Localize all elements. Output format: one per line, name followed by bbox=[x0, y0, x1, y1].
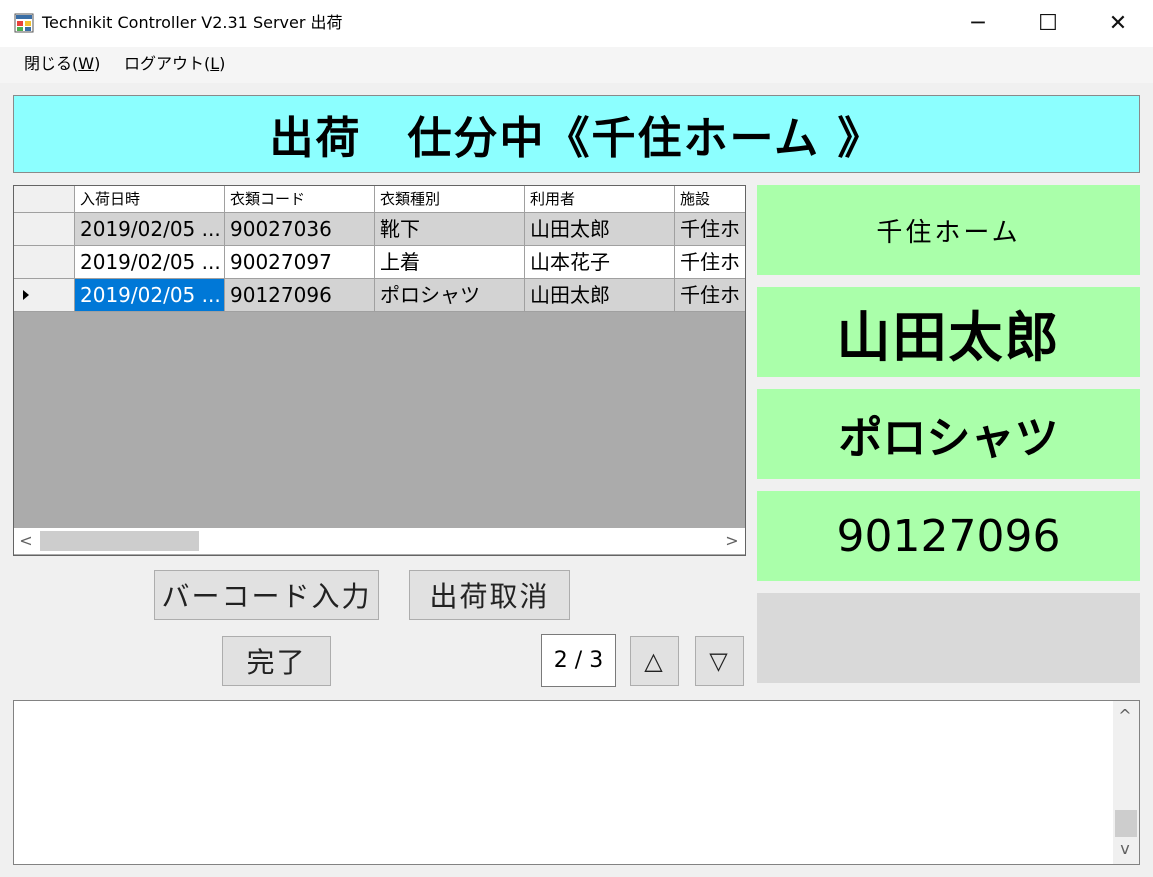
facility-panel: 千住ホーム bbox=[757, 185, 1140, 275]
complete-button[interactable]: 完了 bbox=[222, 636, 331, 686]
table-cell[interactable]: 千住ホ bbox=[675, 246, 745, 279]
menu-close[interactable]: 閉じる(W) bbox=[24, 53, 100, 75]
row-header[interactable] bbox=[14, 213, 75, 246]
current-row-arrow-icon bbox=[23, 290, 29, 300]
shipment-grid[interactable]: 入荷日時 衣類コード 衣類種別 利用者 施設 2019/02/05 ... 90… bbox=[13, 185, 746, 556]
table-cell[interactable]: 2019/02/05 ... bbox=[75, 246, 225, 279]
column-header-type[interactable]: 衣類種別 bbox=[375, 186, 525, 213]
vertical-scroll-thumb[interactable] bbox=[1115, 810, 1137, 837]
minimize-button[interactable]: ─ bbox=[943, 0, 1013, 47]
page-indicator: 2 / 3 bbox=[541, 634, 616, 687]
menu-logout-label: ログアウト( bbox=[124, 54, 211, 73]
close-window-button[interactable]: ✕ bbox=[1083, 0, 1153, 47]
grid-corner bbox=[14, 186, 75, 213]
triangle-up-icon: △ bbox=[644, 647, 665, 675]
table-cell[interactable]: 90127096 bbox=[225, 279, 375, 312]
table-cell[interactable]: 千住ホ bbox=[675, 213, 745, 246]
user-panel: 山田太郎 bbox=[757, 287, 1140, 377]
menu-close-accesskey: W bbox=[78, 54, 95, 73]
maximize-button[interactable]: ☐ bbox=[1013, 0, 1083, 47]
table-cell[interactable]: 山田太郎 bbox=[525, 279, 675, 312]
table-cell[interactable]: 千住ホ bbox=[675, 279, 745, 312]
close-icon: ✕ bbox=[1108, 11, 1128, 36]
barcode-input-button[interactable]: バーコード入力 bbox=[154, 570, 379, 620]
column-header-received[interactable]: 入荷日時 bbox=[75, 186, 225, 213]
table-cell[interactable]: 山本花子 bbox=[525, 246, 675, 279]
scroll-right-icon[interactable]: > bbox=[720, 528, 744, 554]
row-header-current[interactable] bbox=[14, 279, 75, 312]
table-cell-selected[interactable]: 2019/02/05 ... bbox=[75, 279, 225, 312]
garment-code-panel: 90127096 bbox=[757, 491, 1140, 581]
table-cell[interactable]: 2019/02/05 ... bbox=[75, 213, 225, 246]
menu-logout-accesskey: L bbox=[210, 54, 220, 73]
triangle-down-icon: ▽ bbox=[709, 647, 730, 675]
table-cell[interactable]: 90027036 bbox=[225, 213, 375, 246]
column-header-facility[interactable]: 施設 bbox=[675, 186, 745, 213]
maximize-icon: ☐ bbox=[1038, 11, 1058, 36]
scroll-down-icon[interactable]: v bbox=[1113, 836, 1137, 862]
column-header-code[interactable]: 衣類コード bbox=[225, 186, 375, 213]
menu-close-label: 閉じる( bbox=[24, 54, 79, 73]
horizontal-scroll-thumb[interactable] bbox=[40, 531, 199, 551]
table-cell[interactable]: 90027097 bbox=[225, 246, 375, 279]
previous-item-button[interactable]: △ bbox=[630, 636, 679, 686]
row-header[interactable] bbox=[14, 246, 75, 279]
table-cell[interactable]: 山田太郎 bbox=[525, 213, 675, 246]
scroll-up-icon[interactable]: ^ bbox=[1113, 703, 1137, 729]
app-icon bbox=[14, 13, 34, 33]
status-banner: 出荷 仕分中《千住ホーム 》 bbox=[13, 95, 1140, 173]
log-textarea[interactable] bbox=[13, 700, 1140, 865]
table-cell[interactable]: 上着 bbox=[375, 246, 525, 279]
table-cell[interactable]: 靴下 bbox=[375, 213, 525, 246]
menu-logout-suffix: ) bbox=[219, 54, 226, 73]
window-title: Technikit Controller V2.31 Server 出荷 bbox=[42, 13, 343, 32]
menu-logout[interactable]: ログアウト(L) bbox=[124, 53, 225, 75]
garment-type-panel: ポロシャツ bbox=[757, 389, 1140, 479]
table-cell[interactable]: ポロシャツ bbox=[375, 279, 525, 312]
minimize-icon: ─ bbox=[971, 11, 985, 36]
scroll-left-icon[interactable]: < bbox=[14, 528, 38, 554]
empty-panel bbox=[757, 593, 1140, 683]
column-header-user[interactable]: 利用者 bbox=[525, 186, 675, 213]
next-item-button[interactable]: ▽ bbox=[695, 636, 744, 686]
menu-close-suffix: ) bbox=[94, 54, 101, 73]
cancel-shipment-button[interactable]: 出荷取消 bbox=[409, 570, 570, 620]
